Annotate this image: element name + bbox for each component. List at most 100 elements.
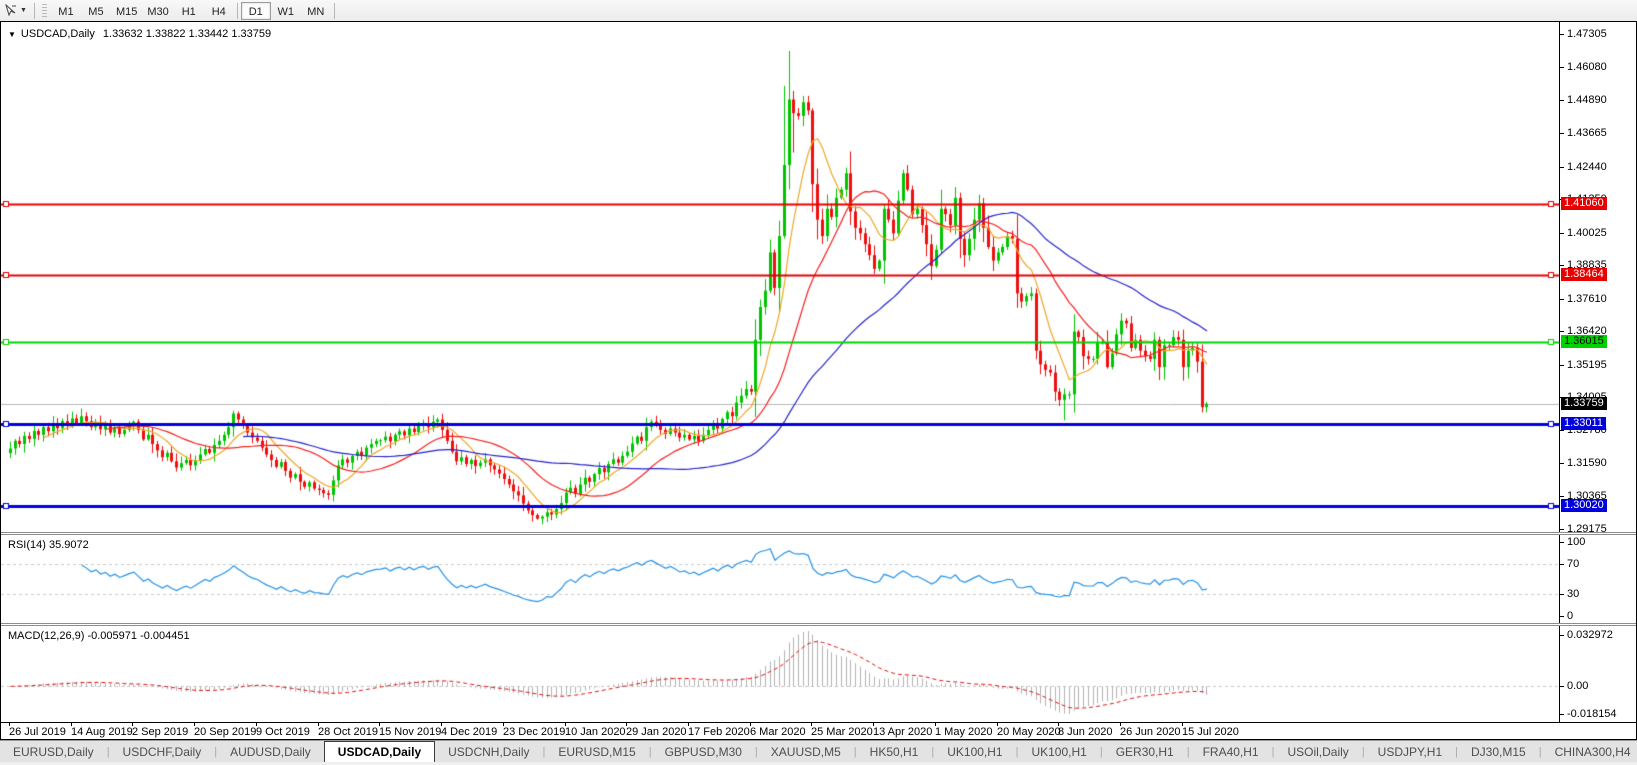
time-axis-line	[1, 722, 1636, 723]
time-axis-tick: 29 Jan 2020	[626, 726, 687, 738]
rsi-indicator-label: RSI(14) 35.9072	[8, 539, 89, 551]
price-axis-tick: 1.43665	[1567, 127, 1607, 139]
axis-tick-mark	[1560, 529, 1564, 530]
time-axis-tick: 2 Sep 2019	[132, 726, 189, 738]
time-axis-tick: 1 May 2020	[935, 726, 993, 738]
axis-tick-mark	[1560, 265, 1564, 266]
chart-title: ▼ USDCAD,Daily 1.33632 1.33822 1.33442 1…	[8, 28, 271, 40]
price-level-label: 1.41060	[1561, 197, 1607, 210]
timeframe-button-m5[interactable]: M5	[81, 2, 111, 20]
axis-tick-mark	[1560, 133, 1564, 134]
time-axis-tick: 14 Aug 2019	[71, 726, 133, 738]
axis-tick-mark	[1560, 542, 1564, 543]
tab-ger30-h1[interactable]: GER30,H1	[1103, 741, 1187, 762]
tab-uk100-h1[interactable]: UK100,H1	[1018, 741, 1099, 762]
time-axis-tick: 25 Mar 2020	[811, 726, 873, 738]
timeframe-button-m1[interactable]: M1	[51, 2, 81, 20]
rsi-pane-splitter[interactable]	[1, 532, 1636, 535]
axis-tick-mark	[1560, 299, 1564, 300]
rsi-axis-tick: 100	[1567, 536, 1586, 548]
toolbar-separator	[333, 2, 335, 19]
tab-uk100-h1[interactable]: UK100,H1	[934, 741, 1015, 762]
rsi-chart-canvas[interactable]	[1, 535, 1559, 623]
price-axis-tick: 1.42440	[1567, 161, 1607, 173]
price-axis-tick: 1.47305	[1567, 28, 1607, 40]
price-axis-tick: 1.29175	[1567, 523, 1607, 535]
price-axis[interactable]: 1.473051.460801.448901.436651.424401.412…	[1560, 22, 1636, 722]
axis-tick-mark	[1560, 594, 1564, 595]
axis-tick-mark	[1560, 564, 1564, 565]
time-axis-tick: 28 Oct 2019	[318, 726, 378, 738]
tab-usdcnh-daily[interactable]: USDCNH,Daily	[435, 741, 542, 762]
rsi-axis-tick: 70	[1567, 558, 1580, 570]
axis-tick-mark	[1560, 463, 1564, 464]
tab-usoil-daily[interactable]: USOil,Daily	[1274, 741, 1361, 762]
tab-dj30-m15[interactable]: DJ30,M15	[1458, 741, 1539, 762]
time-axis-tick: 4 Dec 2019	[441, 726, 498, 738]
toolbar-grip[interactable]	[41, 3, 47, 18]
tab-china300-h4[interactable]: CHINA300,H4	[1542, 741, 1637, 762]
chart-tab-bar: EURUSD,Daily | USDCHF,Daily | AUDUSD,Daily US…	[0, 740, 1637, 762]
cursor-tool-button[interactable]: ▼	[0, 2, 31, 20]
time-axis-tick: 20 Sep 2019	[194, 726, 257, 738]
tab-audusd-daily[interactable]: AUDUSD,Daily	[217, 741, 324, 762]
price-axis-tick: 1.46080	[1567, 61, 1607, 73]
timeframe-button-m15[interactable]: M15	[111, 2, 142, 20]
time-axis-tick: 17 Feb 2020	[688, 726, 750, 738]
tab-gbpusd-m30[interactable]: GBPUSD,M30	[652, 741, 755, 762]
timeframe-button-w1[interactable]: W1	[271, 2, 301, 20]
toolbar-separator	[236, 2, 238, 19]
macd-chart-canvas[interactable]	[1, 626, 1559, 722]
tab-usdchf-daily[interactable]: USDCHF,Daily	[110, 741, 215, 762]
macd-axis-tick: 0.032972	[1567, 629, 1613, 641]
price-level-label: 1.36015	[1561, 335, 1607, 348]
chart-window: 1.473051.460801.448901.436651.424401.412…	[0, 21, 1637, 740]
tab-eurusd-m15[interactable]: EURUSD,M15	[545, 741, 648, 762]
axis-tick-mark	[1560, 167, 1564, 168]
timeframe-button-h4[interactable]: H4	[204, 2, 234, 20]
axis-tick-mark	[1560, 67, 1564, 68]
tab-hk50-h1[interactable]: HK50,H1	[857, 741, 932, 762]
tab-xauusd-m5[interactable]: XAUUSD,M5	[758, 741, 854, 762]
price-axis-tick: 1.40025	[1567, 227, 1607, 239]
price-level-label: 1.33011	[1561, 417, 1606, 430]
time-axis-tick: 9 Oct 2019	[256, 726, 310, 738]
time-axis-tick: 23 Dec 2019	[503, 726, 566, 738]
tab-usdjpy-h1[interactable]: USDJPY,H1	[1365, 741, 1455, 762]
chart-ohlc-values: 1.33632 1.33822 1.33442 1.33759	[102, 28, 272, 40]
price-level-label: 1.30020	[1561, 499, 1607, 512]
rsi-axis-tick: 0	[1567, 610, 1574, 622]
axis-tick-mark	[1560, 34, 1564, 35]
time-axis-tick: 20 May 2020	[997, 726, 1061, 738]
price-axis-tick: 1.44890	[1567, 94, 1607, 106]
tab-eurusd-daily[interactable]: EURUSD,Daily	[0, 741, 107, 762]
timeframe-toolbar: ▼ M1 M5 M15 M30 H1 H4 D1 W1 MN	[0, 0, 1637, 21]
macd-pane-splitter[interactable]	[1, 623, 1636, 626]
time-axis[interactable]: 26 Jul 2019 14 Aug 2019 2 Sep 2019 20 Sep 2…	[1, 722, 1636, 739]
time-axis-tick: 13 Apr 2020	[873, 726, 933, 738]
price-axis-tick: 1.35195	[1567, 359, 1607, 371]
tab-fra40-h1[interactable]: FRA40,H1	[1190, 741, 1272, 762]
tab-usdcad-daily[interactable]: USDCAD,Daily	[323, 741, 436, 762]
time-axis-tick: 15 Nov 2019	[379, 726, 442, 738]
axis-tick-mark	[1560, 616, 1564, 617]
price-chart-canvas[interactable]	[1, 22, 1559, 532]
price-level-label: 1.38464	[1561, 268, 1607, 281]
rsi-axis-tick: 30	[1567, 588, 1580, 600]
timeframe-button-mn[interactable]: MN	[301, 2, 331, 20]
axis-tick-mark	[1560, 365, 1564, 366]
timeframe-button-h1[interactable]: H1	[174, 2, 204, 20]
timeframe-button-d1[interactable]: D1	[240, 1, 271, 20]
macd-axis-tick: 0.00	[1567, 680, 1589, 692]
cursor-icon	[5, 4, 16, 17]
axis-tick-mark	[1560, 430, 1564, 431]
chevron-down-icon: ▼	[20, 7, 27, 14]
timeframe-button-m30[interactable]: M30	[142, 2, 173, 20]
axis-tick-mark	[1560, 686, 1564, 687]
macd-axis-tick: -0.018154	[1567, 708, 1617, 720]
axis-tick-mark	[1560, 233, 1564, 234]
collapse-icon[interactable]: ▼	[8, 30, 16, 39]
price-axis-tick: 1.31590	[1567, 457, 1607, 469]
axis-tick-mark	[1560, 496, 1564, 497]
current-price-label: 1.33759	[1561, 397, 1607, 410]
